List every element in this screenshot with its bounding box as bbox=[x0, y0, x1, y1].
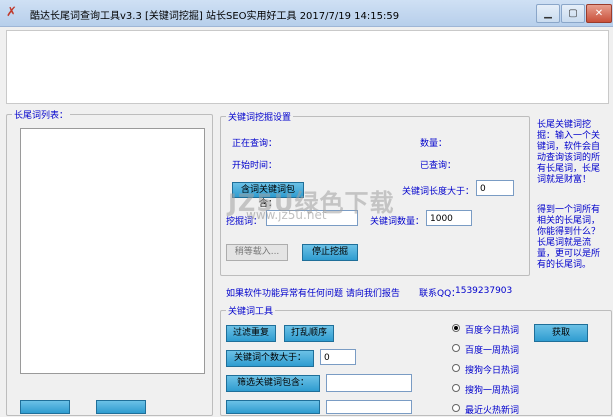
wait-load-button[interactable]: 稍等载入... bbox=[226, 244, 288, 261]
filter-contains-input[interactable] bbox=[326, 374, 412, 392]
stop-mining-button[interactable]: 停止挖掘 bbox=[302, 244, 358, 261]
radio-label-baidu-week: 百度一周热词 bbox=[465, 346, 520, 356]
count-label: 数量： bbox=[420, 139, 448, 149]
qq-label: 联系QQ： bbox=[419, 289, 461, 299]
watermark-url: www.jz5u.net bbox=[246, 208, 327, 222]
radio-sogou-today[interactable] bbox=[452, 364, 460, 372]
output-panel bbox=[6, 30, 609, 104]
longtail-list-label: 长尾词列表： bbox=[12, 108, 71, 121]
radio-baidu-today[interactable] bbox=[452, 324, 460, 332]
filter-duplicates-button[interactable]: 过滤重复 bbox=[226, 325, 276, 342]
minimize-button[interactable]: ▁ bbox=[536, 4, 560, 23]
radio-baidu-week[interactable] bbox=[452, 344, 460, 352]
radio-label-recent-hot: 最近火热新词 bbox=[465, 406, 520, 416]
longtail-listbox[interactable] bbox=[20, 128, 205, 374]
fetch-button[interactable]: 获取 bbox=[534, 324, 588, 342]
window-title: 酷达长尾词查询工具v3.3 [关键词挖掘] 站长SEO实用好工具 2017/7/… bbox=[30, 11, 400, 22]
radio-label-sogou-week: 搜狗一周热词 bbox=[465, 386, 520, 396]
shuffle-order-button[interactable]: 打乱顺序 bbox=[284, 325, 334, 342]
mining-settings-label: 关键词挖掘设置 bbox=[226, 110, 294, 123]
title-bar[interactable]: ✗ 酷达长尾词查询工具v3.3 [关键词挖掘] 站长SEO实用好工具 2017/… bbox=[0, 0, 613, 27]
filter-contains-button[interactable]: 筛选关键词包含： bbox=[226, 375, 320, 392]
radio-label-sogou-today: 搜狗今日热词 bbox=[465, 366, 520, 376]
length-label: 关键词长度大于： bbox=[402, 187, 475, 197]
tool-button-extra[interactable] bbox=[226, 400, 320, 414]
maximize-button[interactable]: ▢ bbox=[561, 4, 585, 23]
count-greater-button[interactable]: 关键词个数大于： bbox=[226, 350, 314, 367]
length-input[interactable]: 0 bbox=[476, 180, 514, 196]
keyword-tools-label: 关键词工具 bbox=[226, 304, 276, 317]
start-time-label: 开始时间： bbox=[232, 161, 278, 171]
max-count-input[interactable]: 1000 bbox=[426, 210, 472, 226]
radio-sogou-week[interactable] bbox=[452, 384, 460, 392]
count-greater-input[interactable]: 0 bbox=[320, 349, 356, 365]
report-text: 如果软件功能异常有任何问题 请向我们报告 bbox=[226, 289, 400, 299]
radio-label-baidu-today: 百度今日热词 bbox=[465, 326, 520, 336]
querying-label: 正在查询： bbox=[232, 139, 278, 149]
radio-recent-hot[interactable] bbox=[452, 404, 460, 412]
side-info-text-2: 得到一个词所有相关的长尾词，你能得到什么？长尾词就是流量，更可以是所有的长尾词。 bbox=[537, 205, 601, 270]
list-action-button-2[interactable] bbox=[96, 400, 146, 414]
list-action-button-1[interactable] bbox=[20, 400, 70, 414]
close-button[interactable]: ✕ bbox=[586, 4, 612, 23]
queried-label: 已查询： bbox=[420, 161, 457, 171]
side-info-text-1: 长尾关键词挖掘：输入一个关键词，软件会自动查询该词的所有长尾词，长尾词就是财富！ bbox=[537, 120, 601, 185]
qq-value: 1539237903 bbox=[455, 286, 513, 296]
app-logo-icon: ✗ bbox=[6, 5, 17, 20]
tool-input-extra[interactable] bbox=[326, 400, 412, 414]
